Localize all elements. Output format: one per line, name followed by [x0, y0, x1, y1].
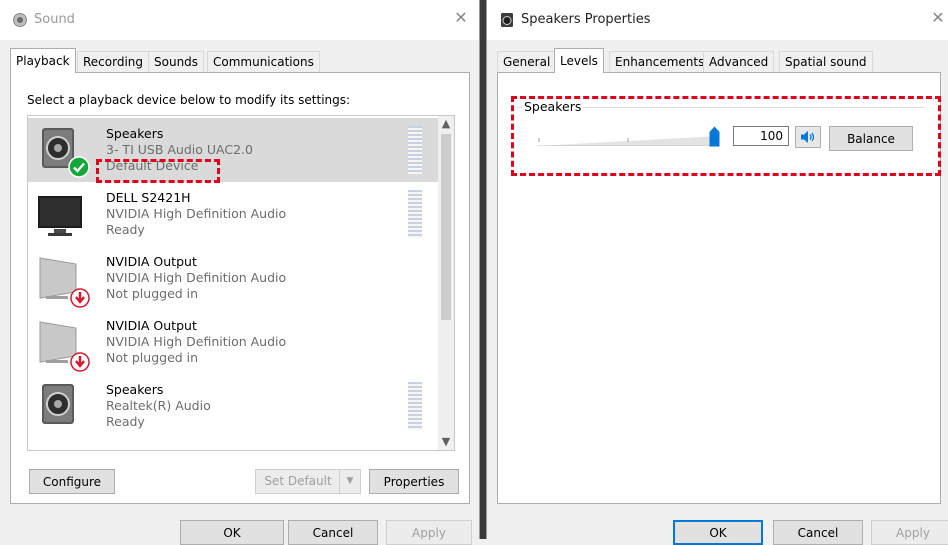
- speakers-properties-window: Speakers Properties ✕ General Levels Enh…: [486, 0, 948, 545]
- device-name: NVIDIA Output: [106, 254, 197, 269]
- device-driver: NVIDIA High Definition Audio: [106, 334, 287, 349]
- device-name: Speakers: [106, 126, 164, 141]
- properties-window-title: Speakers Properties: [521, 12, 651, 27]
- playback-panel: Select a playback device below to modify…: [10, 72, 470, 504]
- balance-button[interactable]: Balance: [829, 126, 913, 151]
- scroll-thumb[interactable]: [441, 134, 451, 320]
- properties-ok-button[interactable]: OK: [673, 520, 763, 545]
- device-list: Speakers 3- TI USB Audio UAC2.0 Default …: [27, 115, 455, 451]
- device-driver: 3- TI USB Audio UAC2.0: [106, 142, 253, 157]
- volume-speaker-icon: [801, 131, 815, 143]
- tab-general[interactable]: General: [497, 51, 557, 72]
- device-name: Speakers: [106, 382, 164, 397]
- device-driver: NVIDIA High Definition Audio: [106, 206, 287, 221]
- monitor-icon: [38, 196, 82, 236]
- speakers-group-label: Speakers: [522, 99, 584, 114]
- sound-cancel-button[interactable]: Cancel: [288, 520, 378, 545]
- set-default-label: Set Default: [264, 474, 332, 488]
- device-name: DELL S2421H: [106, 190, 191, 205]
- set-default-button[interactable]: Set Default ▼: [255, 469, 361, 494]
- unplugged-badge: [70, 288, 90, 308]
- configure-button[interactable]: Configure: [29, 469, 115, 494]
- tab-recording[interactable]: Recording: [77, 51, 150, 72]
- sound-window-title: Sound: [34, 12, 75, 27]
- properties-titlebar: Speakers Properties ✕: [487, 0, 948, 40]
- tab-enhancements[interactable]: Enhancements: [609, 51, 711, 72]
- device-item-dell-monitor[interactable]: DELL S2421H NVIDIA High Definition Audio…: [28, 182, 440, 246]
- level-meter: [408, 190, 422, 238]
- device-status: Ready: [106, 222, 145, 237]
- device-driver: Realtek(R) Audio: [106, 398, 211, 413]
- playback-instruction: Select a playback device below to modify…: [27, 93, 351, 107]
- device-status: Default Device: [106, 158, 199, 173]
- device-list-scrollbar[interactable]: ▲ ▼: [438, 116, 454, 450]
- properties-close-icon[interactable]: ✕: [928, 8, 948, 28]
- device-status: Not plugged in: [106, 286, 199, 301]
- sound-apply-button[interactable]: Apply: [386, 520, 472, 545]
- sound-speaker-icon: [13, 13, 27, 27]
- sound-window: Sound ✕ Playback Recording Sounds Commun…: [0, 0, 480, 545]
- device-item-nvidia-output-2[interactable]: NVIDIA Output NVIDIA High Definition Aud…: [28, 310, 440, 374]
- device-status: Ready: [106, 414, 145, 429]
- properties-cancel-button[interactable]: Cancel: [773, 520, 863, 545]
- volume-slider-track[interactable]: [537, 136, 719, 146]
- tab-advanced[interactable]: Advanced: [703, 51, 775, 72]
- device-driver: NVIDIA High Definition Audio: [106, 270, 287, 285]
- tab-playback[interactable]: Playback: [10, 48, 76, 73]
- device-name: NVIDIA Output: [106, 318, 197, 333]
- tab-spatial-sound[interactable]: Spatial sound: [779, 51, 873, 72]
- mute-toggle-button[interactable]: [795, 126, 821, 148]
- device-status: Not plugged in: [106, 350, 199, 365]
- sound-titlebar: Sound ✕: [0, 0, 479, 40]
- default-check-badge: [68, 156, 90, 178]
- level-meter: [408, 382, 422, 430]
- volume-value-input[interactable]: [733, 126, 789, 146]
- sound-close-icon[interactable]: ✕: [451, 8, 471, 28]
- device-item-speakers-realtek[interactable]: Speakers Realtek(R) Audio Ready: [28, 374, 440, 438]
- unplugged-badge: [70, 352, 90, 372]
- chevron-down-icon[interactable]: ▼: [339, 470, 360, 493]
- device-item-speakers-usb[interactable]: Speakers 3- TI USB Audio UAC2.0 Default …: [28, 118, 440, 182]
- scroll-up-icon[interactable]: ▲: [438, 116, 454, 132]
- speaker-icon: [42, 384, 74, 424]
- properties-apply-button[interactable]: Apply: [871, 520, 948, 545]
- volume-slider-thumb[interactable]: [709, 126, 720, 147]
- level-meter: [408, 126, 422, 174]
- tab-levels[interactable]: Levels: [554, 48, 604, 73]
- speaker-small-icon: [501, 13, 513, 27]
- tab-communications[interactable]: Communications: [207, 51, 320, 72]
- sound-ok-button[interactable]: OK: [180, 520, 284, 545]
- properties-button[interactable]: Properties: [369, 469, 459, 494]
- scroll-down-icon[interactable]: ▼: [438, 434, 454, 450]
- tab-sounds[interactable]: Sounds: [148, 51, 205, 72]
- device-item-nvidia-output-1[interactable]: NVIDIA Output NVIDIA High Definition Aud…: [28, 246, 440, 310]
